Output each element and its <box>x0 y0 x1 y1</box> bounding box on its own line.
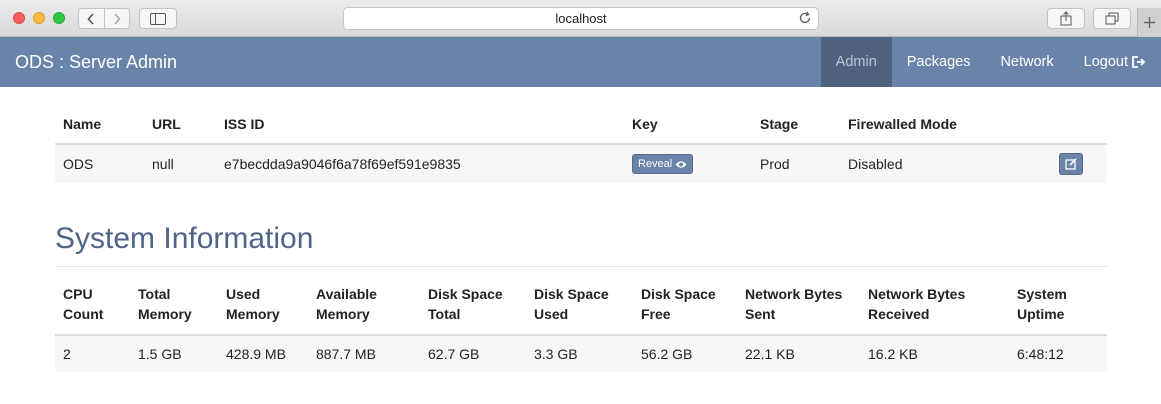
cell-disk-total: 62.7 GB <box>428 346 480 362</box>
browser-toolbar: localhost <box>0 0 1161 37</box>
cell-actions <box>1040 144 1107 183</box>
cell-total-memory: 1.5 GB <box>138 346 182 362</box>
col-header-uptime: System Uptime <box>1009 284 1107 336</box>
window-maximize-button[interactable] <box>53 12 65 24</box>
cell-key: Reveal <box>624 144 752 183</box>
table-row: 2 1.5 GB 428.9 MB 887.7 MB 62.7 GB 3.3 G… <box>55 335 1107 372</box>
share-button[interactable] <box>1047 8 1085 29</box>
cell-stage: Prod <box>760 156 790 172</box>
table-header-row: Name URL ISS ID Key Stage Firewalled Mod… <box>55 105 1107 145</box>
col-header-iss-id: ISS ID <box>216 105 624 145</box>
cell-net-sent: 22.1 KB <box>745 346 795 362</box>
col-header-url: URL <box>144 105 216 145</box>
cell-disk-used: 3.3 GB <box>534 346 578 362</box>
col-header-total-memory: Total Memory <box>130 284 218 336</box>
cell-url: null <box>152 156 174 172</box>
nav-admin[interactable]: Admin <box>820 37 892 87</box>
sidebar-toggle-button[interactable] <box>139 8 177 29</box>
chevron-left-icon <box>87 12 94 25</box>
reveal-label: Reveal <box>638 158 673 170</box>
cell-name: ODS <box>63 156 94 172</box>
col-header-available-memory: Available Memory <box>308 284 420 336</box>
table-row: ODS null e7becdda9a9046f6a78f69ef591e983… <box>55 144 1107 183</box>
window-close-button[interactable] <box>13 12 25 24</box>
address-bar[interactable]: localhost <box>343 7 819 30</box>
col-header-disk-total: Disk Space Total <box>420 284 526 336</box>
history-nav <box>78 8 130 29</box>
system-info-table: CPU Count Total Memory Used Memory Availabl… <box>55 284 1107 372</box>
edit-button[interactable] <box>1059 153 1083 175</box>
address-url: localhost <box>555 11 607 26</box>
col-header-net-received: Network Bytes Received <box>860 284 1009 336</box>
chevron-right-icon <box>114 12 121 25</box>
app-brand[interactable]: ODS : Server Admin <box>15 52 177 73</box>
back-button[interactable] <box>79 9 104 28</box>
new-tab-button[interactable] <box>1137 8 1161 37</box>
col-header-net-sent: Network Bytes Sent <box>737 284 860 336</box>
reveal-key-button[interactable]: Reveal <box>632 154 694 174</box>
edit-icon <box>1065 158 1077 170</box>
server-table: Name URL ISS ID Key Stage Firewalled Mod… <box>55 105 1107 183</box>
cell-net-received: 16.2 KB <box>868 346 918 362</box>
eye-icon <box>675 160 687 168</box>
logout-icon <box>1132 56 1146 68</box>
reload-button[interactable] <box>798 11 812 28</box>
cell-available-memory: 887.7 MB <box>316 346 376 362</box>
cell-used-memory: 428.9 MB <box>226 346 286 362</box>
system-information-heading: System Information <box>55 222 314 255</box>
col-header-key: Key <box>624 105 752 145</box>
col-header-name: Name <box>55 105 144 145</box>
forward-button[interactable] <box>103 9 130 28</box>
col-header-actions <box>1040 105 1107 145</box>
cell-firewalled-mode: Disabled <box>848 156 903 172</box>
col-header-disk-free: Disk Space Free <box>633 284 737 336</box>
nav-packages[interactable]: Packages <box>892 37 986 87</box>
cell-cpu-count: 2 <box>63 346 71 362</box>
tabs-overview-button[interactable] <box>1093 8 1131 29</box>
nav-logout[interactable]: Logout <box>1069 37 1161 87</box>
app-navbar: ODS : Server Admin Admin Packages Networ… <box>0 37 1161 87</box>
divider <box>55 266 1107 267</box>
reload-icon <box>799 11 811 24</box>
window-minimize-button[interactable] <box>33 12 45 24</box>
col-header-cpu-count: CPU Count <box>55 284 130 336</box>
plus-icon <box>1144 17 1155 28</box>
col-header-disk-used: Disk Space Used <box>526 284 633 336</box>
table-header-row: CPU Count Total Memory Used Memory Availabl… <box>55 284 1107 336</box>
nav-links: Admin Packages Network Logout <box>820 37 1161 87</box>
col-header-stage: Stage <box>752 105 840 145</box>
cell-uptime: 6:48:12 <box>1017 346 1064 362</box>
nav-network[interactable]: Network <box>985 37 1068 87</box>
sidebar-icon <box>150 12 166 25</box>
col-header-firewalled-mode: Firewalled Mode <box>840 105 1040 145</box>
tabs-icon <box>1105 12 1119 25</box>
cell-disk-free: 56.2 GB <box>641 346 693 362</box>
col-header-used-memory: Used Memory <box>218 284 308 336</box>
share-icon <box>1060 11 1072 26</box>
cell-iss-id: e7becdda9a9046f6a78f69ef591e9835 <box>224 156 461 172</box>
